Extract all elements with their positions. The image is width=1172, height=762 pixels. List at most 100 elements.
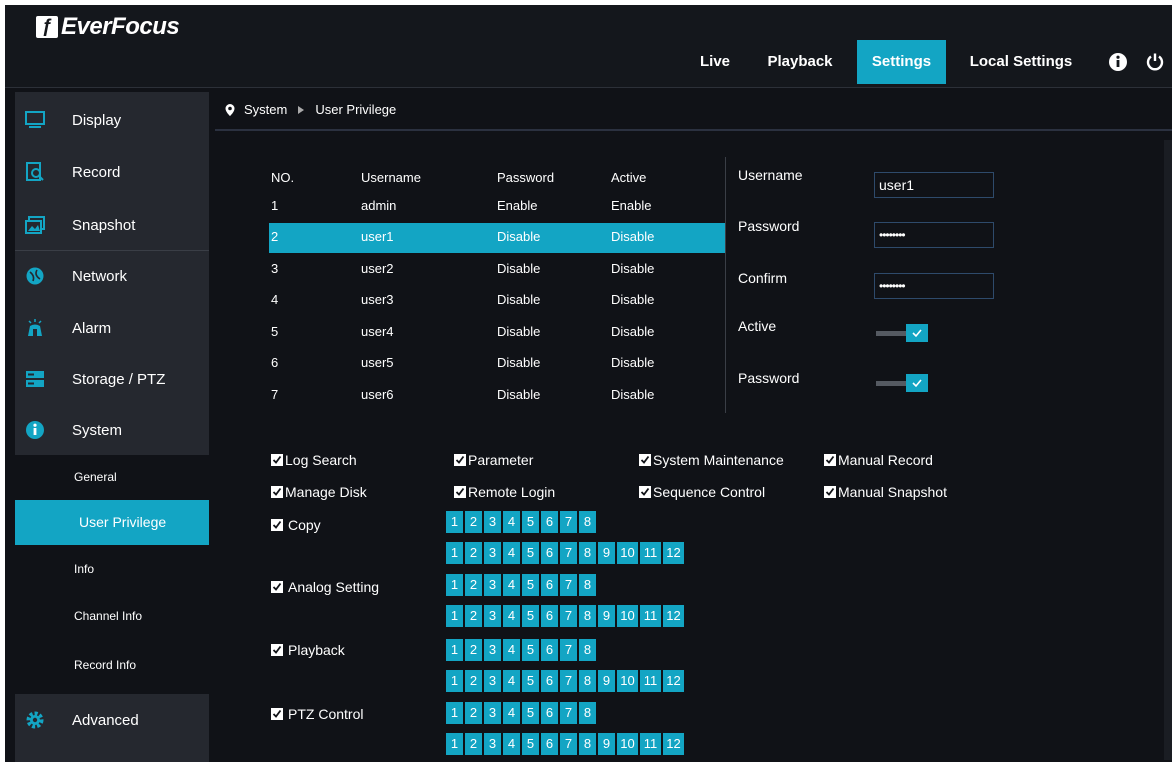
channel-button[interactable]: 8	[579, 670, 596, 692]
active-toggle[interactable]	[876, 324, 932, 342]
channel-button[interactable]: 9	[598, 670, 615, 692]
channel-button[interactable]: 4	[503, 639, 520, 661]
channel-button[interactable]: 7	[560, 639, 577, 661]
sidebar-item-network[interactable]: Network	[15, 251, 209, 301]
checkbox-checked-icon[interactable]	[271, 581, 283, 593]
channel-button[interactable]: 2	[465, 702, 482, 724]
channel-button[interactable]: 5	[522, 733, 539, 755]
channel-button[interactable]: 8	[579, 702, 596, 724]
channel-button[interactable]: 7	[560, 670, 577, 692]
channel-button[interactable]: 1	[446, 605, 463, 627]
channel-button[interactable]: 2	[465, 670, 482, 692]
sidebar-item-display[interactable]: Display	[15, 95, 209, 145]
channel-button[interactable]: 3	[484, 702, 501, 724]
channel-button[interactable]: 5	[522, 511, 539, 533]
channel-button[interactable]: 12	[663, 542, 684, 564]
password-toggle[interactable]	[876, 374, 932, 392]
channel-button[interactable]: 6	[541, 511, 558, 533]
channel-button[interactable]: 8	[579, 733, 596, 755]
channel-button[interactable]: 1	[446, 702, 463, 724]
permission-playback[interactable]: Playback	[271, 642, 345, 658]
sub-item-general[interactable]: General	[15, 455, 209, 500]
channel-button[interactable]: 2	[465, 574, 482, 596]
breadcrumb-root[interactable]: System	[244, 102, 287, 117]
confirm-password-input[interactable]: ••••••••	[874, 273, 994, 299]
channel-button[interactable]: 3	[484, 733, 501, 755]
channel-button[interactable]: 6	[541, 670, 558, 692]
permission-parameter[interactable]: Parameter	[454, 452, 533, 468]
channel-button[interactable]: 6	[541, 639, 558, 661]
channel-button[interactable]: 6	[541, 574, 558, 596]
channel-button[interactable]: 4	[503, 542, 520, 564]
channel-button[interactable]: 1	[446, 670, 463, 692]
checkbox-checked-icon[interactable]	[454, 486, 466, 498]
permission-system-maintenance[interactable]: System Maintenance	[639, 452, 784, 468]
permission-log-search[interactable]: Log Search	[271, 452, 357, 468]
permission-ptz-control[interactable]: PTZ Control	[271, 706, 363, 722]
checkbox-checked-icon[interactable]	[824, 486, 836, 498]
channel-button[interactable]: 7	[560, 542, 577, 564]
sidebar-item-snapshot[interactable]: Snapshot	[15, 200, 209, 250]
channel-button[interactable]: 8	[579, 511, 596, 533]
channel-button[interactable]: 4	[503, 702, 520, 724]
checkbox-checked-icon[interactable]	[639, 454, 651, 466]
channel-button[interactable]: 4	[503, 605, 520, 627]
channel-button[interactable]: 6	[541, 733, 558, 755]
channel-button[interactable]: 11	[640, 733, 661, 755]
channel-button[interactable]: 2	[465, 542, 482, 564]
sidebar-item-advanced[interactable]: Advanced	[15, 695, 209, 745]
channel-button[interactable]: 9	[598, 542, 615, 564]
channel-button[interactable]: 11	[640, 542, 661, 564]
permission-analog-setting[interactable]: Analog Setting	[271, 579, 379, 595]
sidebar-item-alarm[interactable]: Alarm	[15, 303, 209, 353]
checkbox-checked-icon[interactable]	[824, 454, 836, 466]
sub-item-info[interactable]: Info	[15, 545, 209, 593]
sub-item-user-privilege[interactable]: User Privilege	[15, 500, 209, 545]
channel-button[interactable]: 2	[465, 605, 482, 627]
sub-item-channel-info[interactable]: Channel Info	[15, 593, 209, 640]
channel-button[interactable]: 1	[446, 511, 463, 533]
channel-button[interactable]: 10	[617, 670, 638, 692]
channel-button[interactable]: 6	[541, 702, 558, 724]
channel-button[interactable]: 8	[579, 574, 596, 596]
channel-button[interactable]: 7	[560, 733, 577, 755]
channel-button[interactable]: 11	[640, 670, 661, 692]
permission-manage-disk[interactable]: Manage Disk	[271, 484, 367, 500]
channel-button[interactable]: 8	[579, 542, 596, 564]
channel-button[interactable]: 5	[522, 605, 539, 627]
checkbox-checked-icon[interactable]	[639, 486, 651, 498]
channel-button[interactable]: 3	[484, 511, 501, 533]
password-input[interactable]: ••••••••	[874, 222, 994, 248]
username-input[interactable]: user1	[874, 172, 994, 198]
nav-settings[interactable]: Settings	[857, 40, 946, 84]
channel-button[interactable]: 8	[579, 605, 596, 627]
channel-button[interactable]: 3	[484, 639, 501, 661]
checkbox-checked-icon[interactable]	[271, 708, 283, 720]
channel-button[interactable]: 9	[598, 733, 615, 755]
sub-item-record-info[interactable]: Record Info	[15, 640, 209, 694]
permission-sequence-control[interactable]: Sequence Control	[639, 484, 765, 500]
channel-button[interactable]: 5	[522, 670, 539, 692]
channel-button[interactable]: 2	[465, 639, 482, 661]
channel-button[interactable]: 7	[560, 605, 577, 627]
scrollbar[interactable]	[1164, 140, 1172, 760]
channel-button[interactable]: 1	[446, 542, 463, 564]
nav-live[interactable]: Live	[685, 40, 745, 84]
channel-button[interactable]: 8	[579, 639, 596, 661]
sidebar-item-system[interactable]: System	[15, 405, 209, 455]
sidebar-item-storage-ptz[interactable]: Storage / PTZ	[15, 354, 209, 404]
channel-button[interactable]: 2	[465, 511, 482, 533]
power-icon[interactable]	[1145, 52, 1165, 72]
channel-button[interactable]: 9	[598, 605, 615, 627]
permission-manual-record[interactable]: Manual Record	[824, 452, 933, 468]
channel-button[interactable]: 12	[663, 605, 684, 627]
channel-button[interactable]: 12	[663, 670, 684, 692]
channel-button[interactable]: 1	[446, 639, 463, 661]
nav-playback[interactable]: Playback	[753, 40, 847, 84]
nav-local-settings[interactable]: Local Settings	[955, 40, 1087, 84]
channel-button[interactable]: 1	[446, 733, 463, 755]
channel-button[interactable]: 5	[522, 639, 539, 661]
checkbox-checked-icon[interactable]	[454, 454, 466, 466]
channel-button[interactable]: 7	[560, 574, 577, 596]
checkbox-checked-icon[interactable]	[271, 486, 283, 498]
